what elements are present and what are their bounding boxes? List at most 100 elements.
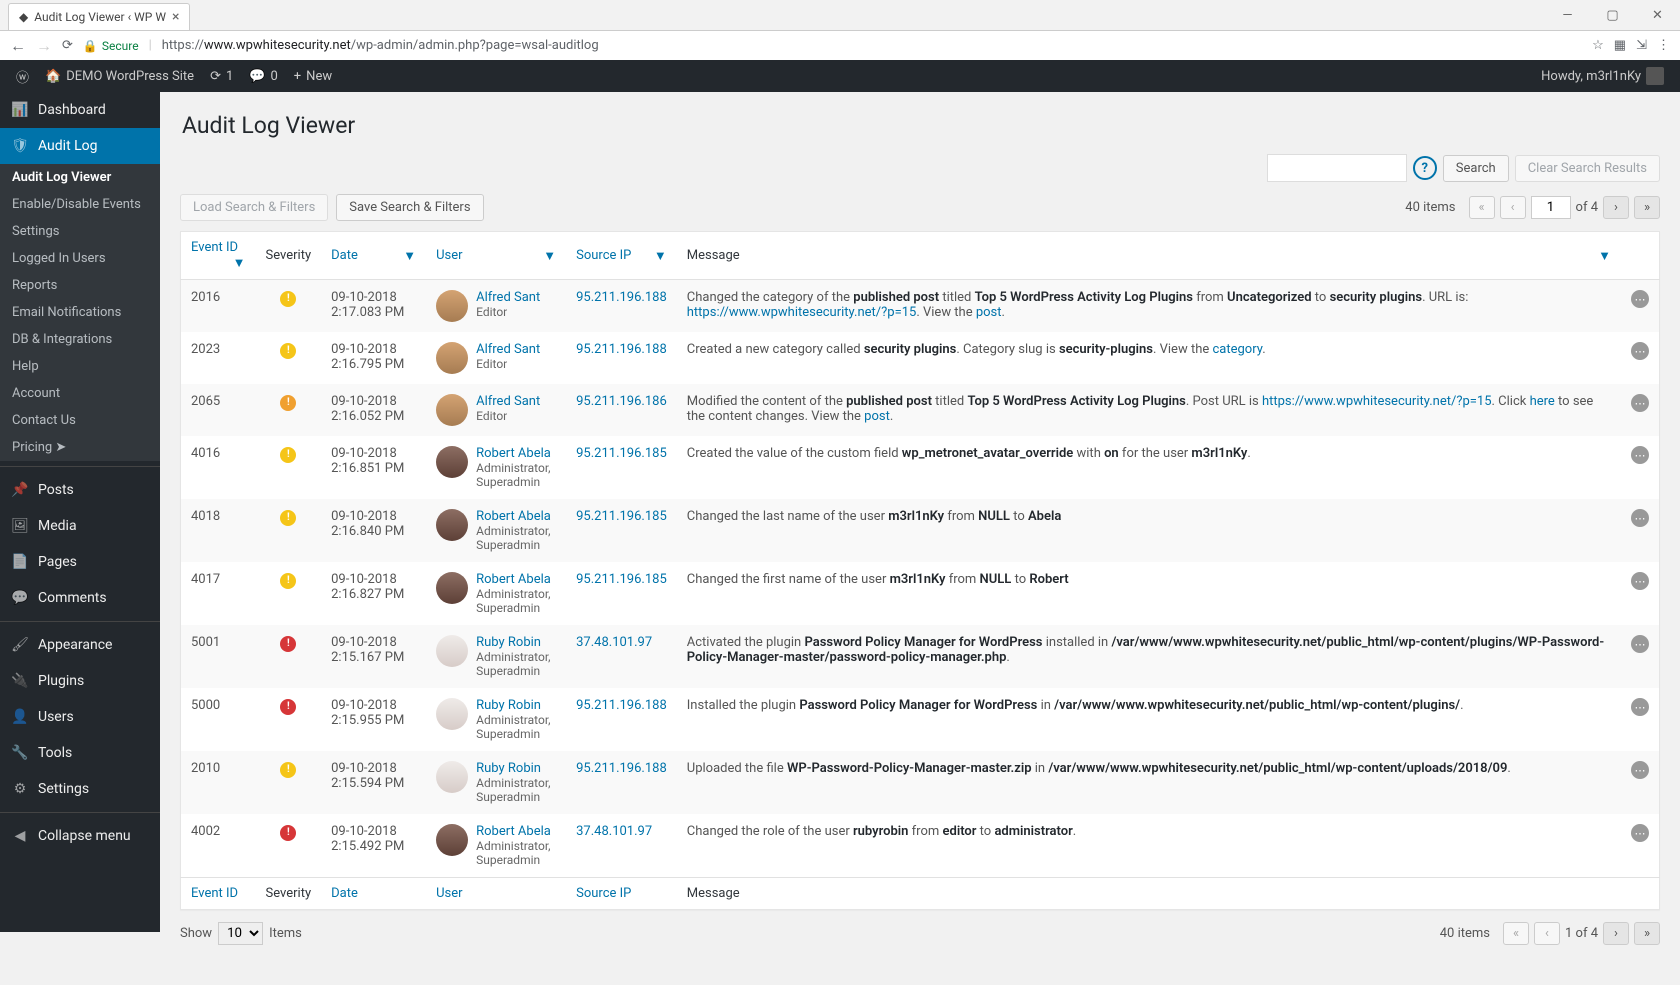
site-name-link[interactable]: 🏠DEMO WordPress Site	[37, 60, 202, 92]
menu-users[interactable]: 👤Users	[0, 699, 160, 735]
submenu-email[interactable]: Email Notifications	[0, 299, 160, 326]
more-icon[interactable]: ⋯	[1631, 446, 1649, 464]
new-content-link[interactable]: +New	[286, 60, 340, 92]
user-link[interactable]: Ruby Robin	[476, 635, 556, 650]
more-icon[interactable]: ⋯	[1631, 290, 1649, 308]
page-input[interactable]	[1531, 196, 1571, 219]
col-date[interactable]: Date▼	[321, 232, 426, 280]
filter-icon[interactable]: ▼	[233, 255, 246, 271]
address-bar[interactable]: https://www.wpwhitesecurity.net/wp-admin…	[162, 38, 1582, 53]
my-account[interactable]: Howdy, m3rl1nKy	[1533, 60, 1672, 92]
first-page[interactable]: «	[1469, 196, 1495, 219]
col-date-foot[interactable]: Date	[321, 878, 426, 910]
col-source-ip[interactable]: Source IP▼	[566, 232, 677, 280]
more-icon[interactable]: ⋯	[1631, 824, 1649, 842]
message-link[interactable]: category	[1212, 342, 1262, 357]
filter-icon[interactable]: ▼	[1598, 248, 1611, 264]
reload-button[interactable]: ⟳	[62, 38, 73, 53]
extension-icon[interactable]: ▦	[1614, 38, 1626, 53]
ip-link[interactable]: 37.48.101.97	[576, 635, 652, 650]
save-filters-button[interactable]: Save Search & Filters	[336, 194, 483, 221]
message-link[interactable]: post	[864, 409, 890, 424]
secure-indicator[interactable]: 🔒 Secure	[83, 39, 139, 53]
submenu-help[interactable]: Help	[0, 353, 160, 380]
submenu-viewer[interactable]: Audit Log Viewer	[0, 164, 160, 191]
user-link[interactable]: Alfred Sant	[476, 394, 540, 409]
load-filters-button[interactable]: Load Search & Filters	[180, 194, 328, 221]
menu-tools[interactable]: 🔧Tools	[0, 735, 160, 771]
first-page[interactable]: «	[1503, 922, 1529, 945]
last-page[interactable]: »	[1634, 922, 1660, 945]
ip-link[interactable]: 37.48.101.97	[576, 824, 652, 839]
user-link[interactable]: Robert Abela	[476, 446, 556, 461]
submenu-reports[interactable]: Reports	[0, 272, 160, 299]
more-icon[interactable]: ⋯	[1631, 509, 1649, 527]
submenu-db[interactable]: DB & Integrations	[0, 326, 160, 353]
ip-link[interactable]: 95.211.196.185	[576, 572, 667, 587]
filter-icon[interactable]: ▼	[654, 248, 667, 264]
message-link[interactable]: here	[1530, 394, 1555, 409]
menu-comments[interactable]: 💬Comments	[0, 580, 160, 616]
browser-tab[interactable]: ◆ Audit Log Viewer ‹ WP W ×	[8, 3, 190, 30]
submenu-settings[interactable]: Settings	[0, 218, 160, 245]
back-button[interactable]: ←	[10, 36, 26, 56]
message-link[interactable]: https://www.wpwhitesecurity.net/?p=15	[1262, 394, 1492, 409]
ip-link[interactable]: 95.211.196.185	[576, 446, 667, 461]
more-icon[interactable]: ⋯	[1631, 761, 1649, 779]
menu-audit-log[interactable]: 🛡Audit Log	[0, 128, 160, 164]
window-maximize[interactable]: ▢	[1590, 0, 1635, 30]
forward-button[interactable]: →	[36, 36, 52, 56]
help-button[interactable]: ?	[1413, 156, 1437, 180]
ip-link[interactable]: 95.211.196.188	[576, 761, 667, 776]
menu-settings[interactable]: ⚙Settings	[0, 771, 160, 807]
submenu-contact[interactable]: Contact Us	[0, 407, 160, 434]
col-source-ip-foot[interactable]: Source IP	[566, 878, 677, 910]
message-link[interactable]: post	[976, 305, 1002, 320]
ip-link[interactable]: 95.211.196.185	[576, 509, 667, 524]
user-link[interactable]: Robert Abela	[476, 572, 556, 587]
user-link[interactable]: Ruby Robin	[476, 698, 556, 713]
items-per-page-select[interactable]: 10	[218, 922, 263, 945]
ip-link[interactable]: 95.211.196.188	[576, 290, 667, 305]
star-icon[interactable]: ☆	[1592, 38, 1604, 53]
col-event-id-foot[interactable]: Event ID	[181, 878, 256, 910]
submenu-logged-in[interactable]: Logged In Users	[0, 245, 160, 272]
more-icon[interactable]: ⋯	[1631, 342, 1649, 360]
message-link[interactable]: https://www.wpwhitesecurity.net/?p=15	[687, 305, 917, 320]
filter-icon[interactable]: ▼	[403, 248, 416, 264]
menu-appearance[interactable]: 🖌Appearance	[0, 627, 160, 663]
ip-link[interactable]: 95.211.196.188	[576, 342, 667, 357]
submenu-account[interactable]: Account	[0, 380, 160, 407]
submenu-pricing[interactable]: Pricing ➤	[0, 434, 160, 461]
ip-link[interactable]: 95.211.196.188	[576, 698, 667, 713]
more-icon[interactable]: ⋯	[1631, 698, 1649, 716]
user-link[interactable]: Robert Abela	[476, 509, 556, 524]
submenu-events[interactable]: Enable/Disable Events	[0, 191, 160, 218]
window-minimize[interactable]: —	[1545, 0, 1590, 30]
collapse-menu[interactable]: ◀Collapse menu	[0, 818, 160, 854]
menu-pages[interactable]: 📄Pages	[0, 544, 160, 580]
clear-search-button[interactable]: Clear Search Results	[1515, 155, 1660, 182]
window-close[interactable]: ✕	[1635, 0, 1680, 30]
tab-close-icon[interactable]: ×	[172, 9, 179, 25]
search-input[interactable]	[1267, 154, 1407, 182]
last-page[interactable]: »	[1634, 196, 1660, 219]
menu-media[interactable]: 🖼Media	[0, 508, 160, 544]
next-page[interactable]: ›	[1603, 196, 1629, 219]
col-user-foot[interactable]: User	[426, 878, 566, 910]
more-icon[interactable]: ⋯	[1631, 635, 1649, 653]
user-link[interactable]: Ruby Robin	[476, 761, 556, 776]
menu-icon[interactable]: ⋮	[1657, 38, 1670, 53]
col-event-id[interactable]: Event ID▼	[181, 232, 256, 280]
filter-icon[interactable]: ▼	[543, 248, 556, 264]
extension-icon-2[interactable]: ⇲	[1636, 38, 1647, 53]
next-page[interactable]: ›	[1603, 922, 1629, 945]
menu-dashboard[interactable]: 📊Dashboard	[0, 92, 160, 128]
wp-logo[interactable]: ⓦ	[8, 60, 37, 92]
more-icon[interactable]: ⋯	[1631, 572, 1649, 590]
ip-link[interactable]: 95.211.196.186	[576, 394, 667, 409]
user-link[interactable]: Alfred Sant	[476, 342, 540, 357]
prev-page[interactable]: ‹	[1500, 196, 1526, 219]
search-button[interactable]: Search	[1443, 155, 1509, 182]
updates-link[interactable]: ⟳1	[202, 60, 241, 92]
